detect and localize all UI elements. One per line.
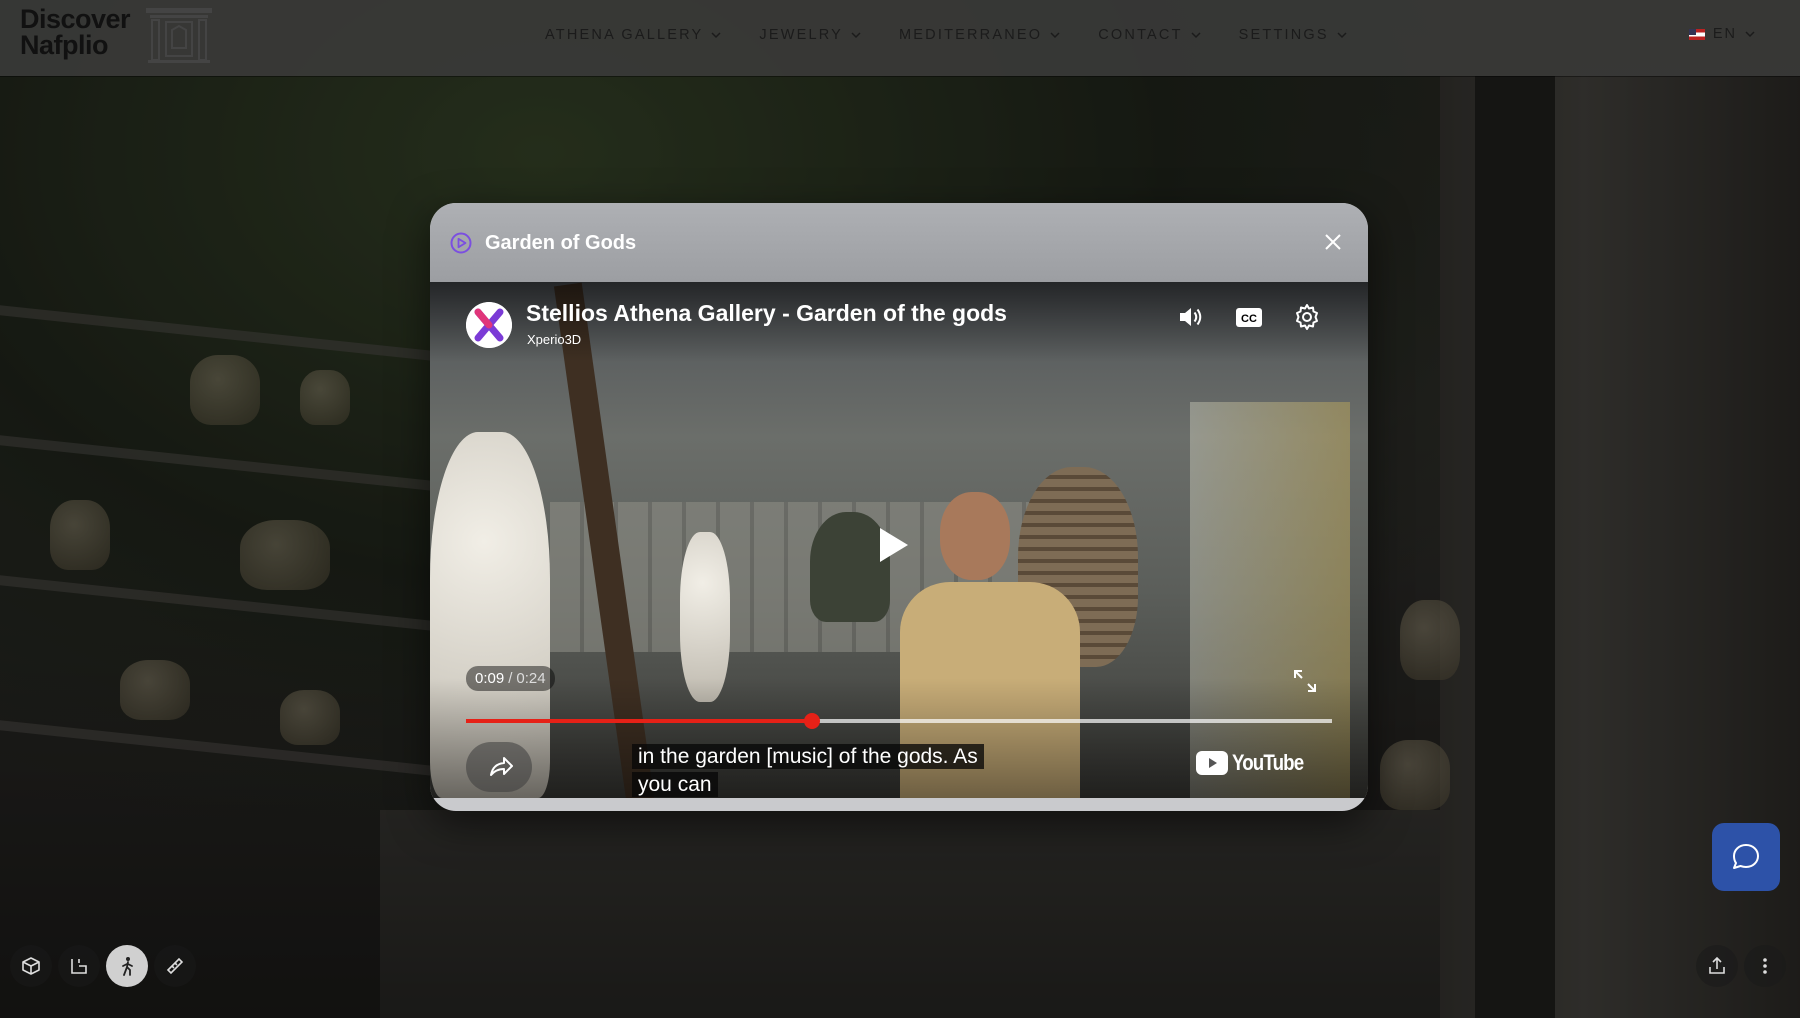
language-selector[interactable]: EN	[1688, 26, 1755, 42]
channel-avatar[interactable]	[466, 302, 512, 348]
duration: 0:24	[516, 670, 546, 687]
caption-line-1: in the garden [music] of the gods. As	[632, 744, 984, 769]
measure-tape-icon	[166, 957, 184, 975]
measure-button[interactable]	[154, 945, 196, 987]
share-upload-button[interactable]	[1696, 945, 1738, 987]
nav-label: ATHENA GALLERY	[545, 27, 704, 43]
video-frame-statue	[680, 532, 730, 702]
share-button[interactable]	[466, 742, 532, 792]
channel-name[interactable]: Xperio3D	[527, 332, 581, 347]
volume-icon[interactable]	[1176, 302, 1206, 332]
nav-item-contact[interactable]: CONTACT	[1098, 27, 1201, 43]
youtube-player[interactable]: Stellios Athena Gallery - Garden of the …	[430, 282, 1368, 798]
video-title[interactable]: Stellios Athena Gallery - Garden of the …	[526, 300, 1007, 327]
modal-header: Garden of Gods	[430, 203, 1368, 282]
nav-item-settings[interactable]: SETTINGS	[1239, 27, 1347, 43]
chat-button[interactable]	[1712, 823, 1780, 891]
more-options-button[interactable]	[1744, 945, 1786, 987]
logo-text-line2: Nafplio	[20, 30, 109, 60]
main-menu: ATHENA GALLERY JEWELRY MEDITERRANEO CONT…	[545, 0, 1385, 70]
dollhouse-view-icon	[22, 957, 40, 975]
tour-utility-toolbar	[1696, 945, 1786, 987]
nav-item-athena-gallery[interactable]: ATHENA GALLERY	[545, 27, 721, 43]
nav-label: CONTACT	[1098, 27, 1183, 43]
youtube-play-icon	[1196, 751, 1228, 775]
nav-label: JEWELRY	[759, 27, 844, 43]
nav-label: SETTINGS	[1238, 27, 1329, 43]
chevron-down-icon	[1337, 32, 1347, 39]
walk-mode-icon	[122, 957, 133, 976]
play-icon[interactable]	[870, 522, 916, 568]
chevron-down-icon	[1191, 32, 1201, 39]
language-label: EN	[1712, 26, 1737, 42]
progress-played	[466, 719, 813, 723]
tour-mode-toolbar	[10, 945, 196, 987]
settings-gear-icon[interactable]	[1292, 302, 1322, 332]
modal-title: Garden of Gods	[485, 232, 637, 254]
svg-text:CC: CC	[1241, 313, 1257, 325]
progress-bar[interactable]	[466, 713, 1332, 729]
video-caption: in the garden [music] of the gods. As yo…	[632, 743, 1032, 798]
more-vertical-icon	[1763, 958, 1767, 974]
dollhouse-view-button[interactable]	[10, 945, 52, 987]
temple-emblem-icon	[146, 8, 212, 63]
current-time: 0:09	[475, 670, 505, 687]
fullscreen-icon[interactable]	[1292, 668, 1318, 694]
nav-item-mediterraneo[interactable]: MEDITERRANEO	[899, 27, 1060, 43]
logo-text-line1: Discover	[20, 4, 131, 34]
caption-line-2: you can	[632, 772, 718, 797]
site-logo[interactable]: Discover Nafplio	[20, 4, 140, 60]
chevron-down-icon	[711, 32, 721, 39]
close-icon[interactable]	[1324, 233, 1342, 251]
share-arrow-icon	[490, 757, 513, 776]
play-circle-icon	[450, 232, 472, 254]
walk-mode-button[interactable]	[106, 945, 148, 987]
youtube-logo[interactable]: YouTube	[1196, 750, 1316, 776]
video-modal: Garden of Gods Stellios Athena Gallery -…	[430, 203, 1368, 811]
chevron-down-icon	[1745, 31, 1755, 38]
chevron-down-icon	[851, 32, 861, 39]
nav-label: MEDITERRANEO	[899, 27, 1043, 43]
youtube-logo-text: YouTube	[1232, 750, 1304, 775]
video-time: 0:09/0:24	[466, 666, 555, 691]
chat-bubble-icon	[1733, 844, 1759, 869]
top-navigation-bar: Discover Nafplio ATHENA GALLERY JEWELRY …	[0, 0, 1800, 76]
floor-plan-button[interactable]	[58, 945, 100, 987]
share-upload-icon	[1709, 956, 1725, 974]
closed-captions-icon[interactable]: CC	[1234, 302, 1264, 332]
chevron-down-icon	[1050, 32, 1060, 39]
floor-plan-icon	[71, 959, 87, 974]
us-flag-icon	[1688, 28, 1705, 40]
video-frame-presenter-head	[940, 492, 1010, 580]
nav-item-jewelry[interactable]: JEWELRY	[759, 27, 861, 43]
